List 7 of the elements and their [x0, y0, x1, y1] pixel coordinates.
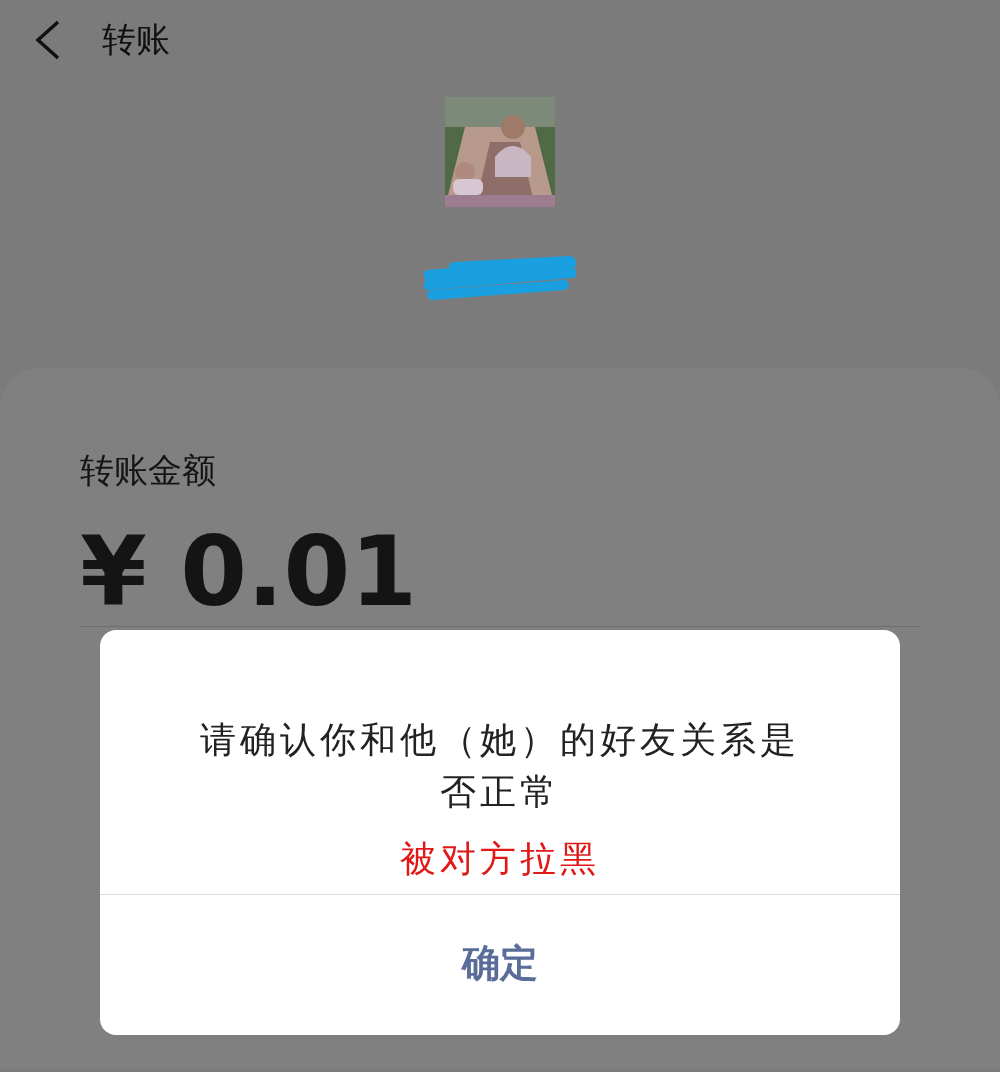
annotation-text: 被对方拉黑 [400, 837, 600, 881]
amount-label: 转账金额 [80, 449, 217, 492]
page-title: 转账 [102, 18, 170, 61]
back-icon[interactable] [34, 20, 62, 60]
amount-value: ¥ 0.01 [80, 520, 419, 626]
confirm-button[interactable]: 确定 [100, 895, 900, 1031]
dialog-message: 请确认你和他（她）的好友关系是否正常 [199, 718, 801, 814]
